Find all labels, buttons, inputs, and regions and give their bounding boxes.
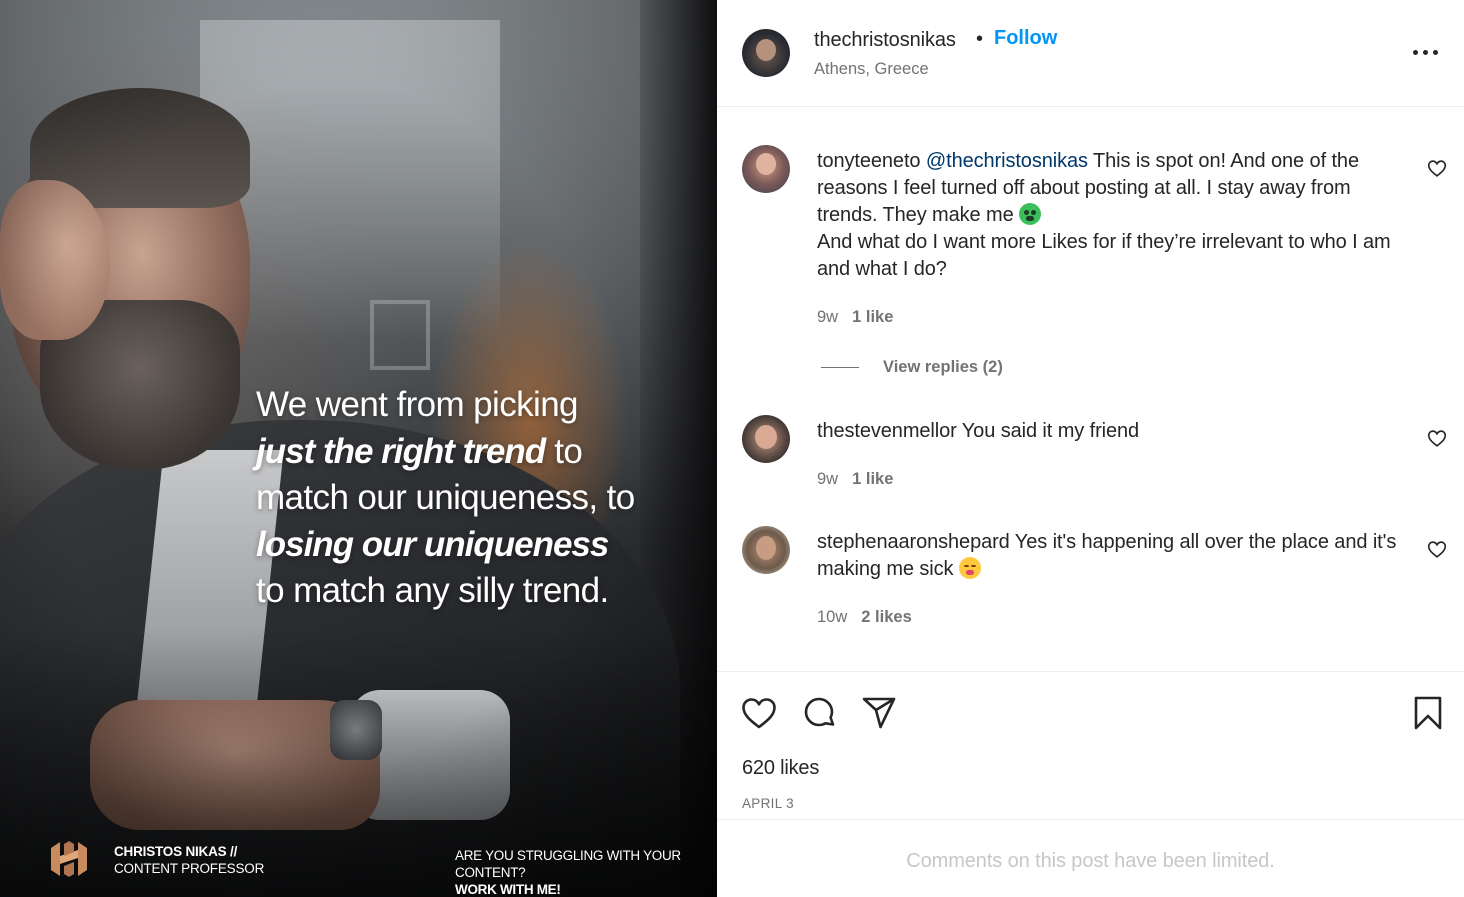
brand-subtitle: CONTENT PROFESSOR xyxy=(114,861,265,876)
post-image[interactable]: We went from picking just the right tren… xyxy=(0,0,717,897)
quote-line-4: losing our uniqueness xyxy=(256,524,609,564)
post-actions: 620 likes APRIL 3 xyxy=(717,671,1464,820)
comment-time[interactable]: 9w xyxy=(817,308,838,326)
brand-name: CHRISTOS NIKAS // xyxy=(114,844,238,859)
post-side-panel: thechristosnikas • Follow Athens, Greece… xyxy=(717,0,1464,897)
comment-icon[interactable] xyxy=(800,694,838,732)
quote-line-1: We went from picking xyxy=(256,385,579,424)
likes-count[interactable]: 620 likes xyxy=(742,757,819,780)
comment-mention[interactable]: @thechristosnikas xyxy=(926,150,1088,172)
author-avatar[interactable] xyxy=(742,29,790,77)
quote-line-2: just the right trend to xyxy=(256,431,583,471)
comment-meta: 10w 2 likes xyxy=(817,608,912,627)
nauseated-face-emoji-icon xyxy=(1019,203,1042,225)
comment-time[interactable]: 10w xyxy=(817,608,847,626)
comment-heart-icon[interactable] xyxy=(1426,538,1448,560)
comment-likes[interactable]: 2 likes xyxy=(861,608,911,626)
follow-button[interactable]: Follow xyxy=(994,27,1057,50)
comment-likes[interactable]: 1 like xyxy=(852,308,893,326)
commenter-username[interactable]: stephenaaronshepard xyxy=(817,531,1010,553)
comment-meta: 9w 1 like xyxy=(817,470,893,489)
quote-line-5: to match any silly trend. xyxy=(256,571,609,610)
comment-likes[interactable]: 1 like xyxy=(852,470,893,488)
send-icon[interactable] xyxy=(860,694,898,732)
post-location[interactable]: Athens, Greece xyxy=(814,60,929,79)
image-quote: We went from picking just the right tren… xyxy=(256,382,696,615)
view-replies-button[interactable]: View replies (2) xyxy=(821,358,1003,377)
commenter-avatar[interactable] xyxy=(742,415,790,463)
commenter-username[interactable]: thestevenmellor xyxy=(817,420,957,442)
bookmark-icon[interactable] xyxy=(1409,694,1447,732)
post-date[interactable]: APRIL 3 xyxy=(742,796,794,811)
comments-limited-notice: Comments on this post have been limited. xyxy=(906,850,1275,872)
comment-text: stephenaaronshepard Yes it's happening a… xyxy=(817,531,1397,580)
post-header: thechristosnikas • Follow Athens, Greece xyxy=(717,0,1464,107)
cta-line-1: ARE YOU STRUGGLING WITH YOUR xyxy=(455,848,681,863)
tired-face-emoji-icon xyxy=(958,557,981,579)
comment-text: tonyteeneto @thechristosnikas This is sp… xyxy=(817,150,1391,280)
comments-list[interactable]: tonyteeneto @thechristosnikas This is sp… xyxy=(717,108,1464,670)
comment-heart-icon[interactable] xyxy=(1426,157,1448,179)
commenter-username[interactable]: tonyteeneto xyxy=(817,150,921,172)
more-horizontal-icon[interactable] xyxy=(1411,48,1441,58)
comment-heart-icon[interactable] xyxy=(1426,427,1448,449)
heart-icon[interactable] xyxy=(740,694,778,732)
header-separator: • xyxy=(976,28,984,50)
author-username[interactable]: thechristosnikas xyxy=(814,29,956,52)
comment-time[interactable]: 9w xyxy=(817,470,838,488)
quote-line-3: match our uniqueness, to xyxy=(256,478,635,517)
commenter-avatar[interactable] xyxy=(742,145,790,193)
image-cta: ARE YOU STRUGGLING WITH YOUR CONTENT? WO… xyxy=(455,847,681,897)
comment-meta: 9w 1 like xyxy=(817,308,893,327)
brand-logo-icon xyxy=(51,841,87,877)
comment-text: thestevenmellor You said it my friend xyxy=(817,420,1140,442)
brand-signature: CHRISTOS NIKAS // CONTENT PROFESSOR xyxy=(114,843,264,877)
commenter-avatar[interactable] xyxy=(742,526,790,574)
cta-line-2: CONTENT? WORK WITH ME! xyxy=(455,865,561,897)
